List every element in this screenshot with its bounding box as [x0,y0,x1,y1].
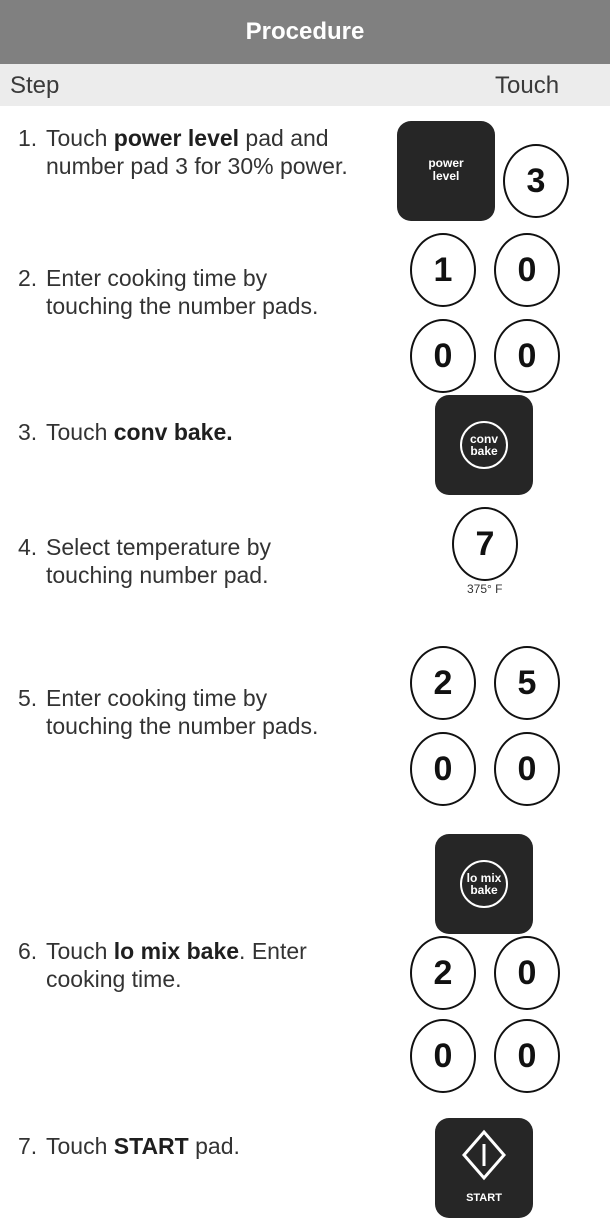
number-pad-0[interactable]: 0 [410,319,476,393]
power-level-pad[interactable]: power level [397,121,495,221]
number-pad-0[interactable]: 0 [494,732,560,806]
step-text: Touch [46,125,114,151]
step-text: pad. [188,1133,240,1159]
step-text: Touch [46,1133,114,1159]
step-number: 7. [18,1133,38,1159]
step-number: 1. [18,125,38,151]
number-pad-2[interactable]: 2 [410,646,476,720]
header-title: Procedure [245,18,365,45]
step-number: 2. [18,265,38,291]
pad-label: START [466,1192,502,1204]
step-text: Enter cooking time by touching the numbe… [46,685,319,739]
step-4: 4. Select temperature by touching number… [18,533,358,589]
step-keyword: power level [113,125,240,151]
lo-mix-bake-pad[interactable]: lo mix bake [435,834,533,934]
step-7: 7. Touch START pad. [18,1132,358,1160]
procedure-header: Procedure [0,0,610,64]
step-keyword: START [113,1133,189,1159]
number-pad-1[interactable]: 1 [410,233,476,307]
step-5: 5. Enter cooking time by touching the nu… [18,684,358,740]
pad-label: bake [470,444,498,458]
step-keyword: conv bake. [113,419,233,445]
number-pad-0[interactable]: 0 [494,233,560,307]
touch-column-label: Touch [495,72,560,99]
number-pad-0[interactable]: 0 [410,732,476,806]
step-number: 5. [18,685,38,711]
step-1: 1. Touch power level pad and number pad … [18,124,358,180]
pad-label: power [428,156,464,170]
conv-bake-pad[interactable]: conv bake [435,395,533,495]
step-column-label: Step [10,72,60,99]
step-text: Touch [46,938,114,964]
step-number: 3. [18,419,38,445]
number-pad-0[interactable]: 0 [494,936,560,1010]
step-2: 2. Enter cooking time by touching the nu… [18,264,358,320]
number-pad-3[interactable]: 3 [503,144,569,218]
step-3: 3. Touch conv bake. [18,418,358,446]
step-text: Touch [46,419,114,445]
number-pad-7[interactable]: 7 [452,507,518,581]
step-text: Enter cooking time by touching the numbe… [46,265,319,319]
step-number: 6. [18,938,38,964]
step-text: Select temperature by touching number pa… [46,534,272,588]
start-pad[interactable]: START [435,1118,533,1218]
pad-label: bake [470,883,498,897]
step-6: 6. Touch lo mix bake. Enter cooking time… [18,937,358,993]
number-pad-2[interactable]: 2 [410,936,476,1010]
column-header-row: Step Touch [0,64,610,106]
number-pad-0[interactable]: 0 [494,319,560,393]
number-pad-0[interactable]: 0 [410,1019,476,1093]
step-number: 4. [18,534,38,560]
pad-label: level [432,169,460,183]
number-pad-0[interactable]: 0 [494,1019,560,1093]
temperature-caption: 375° F [467,582,503,596]
step-keyword: lo mix bake [113,938,240,964]
number-pad-5[interactable]: 5 [494,646,560,720]
